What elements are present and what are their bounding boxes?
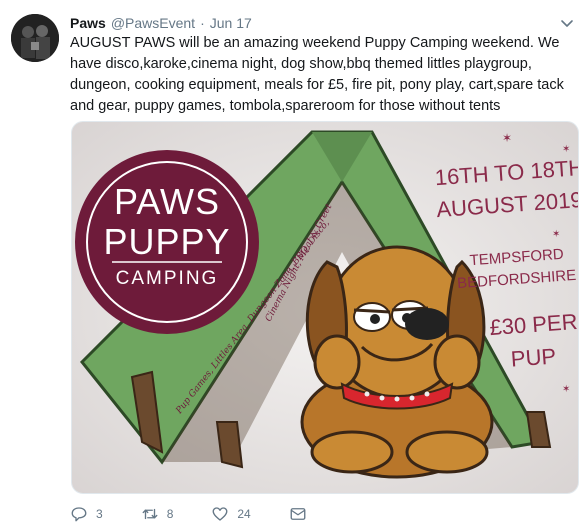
tweet-date[interactable]: Jun 17 [210, 15, 252, 31]
like-button[interactable]: 24 [211, 505, 251, 523]
tweet-text: AUGUST PAWS will be an amazing weekend P… [70, 35, 564, 114]
retweet-button[interactable]: 8 [141, 505, 174, 523]
svg-text:✶: ✶ [502, 131, 512, 145]
logo-line1: PAWS [114, 181, 220, 222]
reply-icon [71, 507, 87, 522]
tweet-actions: 3 8 24 [70, 503, 345, 525]
author-name[interactable]: Paws [70, 15, 106, 31]
svg-text:✶: ✶ [552, 229, 560, 240]
tweet-image[interactable]: PAWS PUPPY CAMPING Pup Games, Littles Ar… [71, 121, 579, 494]
retweet-icon [142, 508, 158, 520]
separator-dot: · [200, 15, 205, 31]
price-line2: PUP [510, 343, 557, 371]
author-handle[interactable]: @PawsEvent [111, 15, 195, 31]
reply-count: 3 [96, 507, 103, 521]
chevron-down-icon[interactable] [559, 15, 575, 31]
avatar-image [11, 14, 59, 62]
svg-text:✶: ✶ [562, 384, 570, 395]
paws-puppy-logo: PAWS PUPPY CAMPING [75, 150, 259, 334]
logo-line2: PUPPY [103, 221, 230, 262]
message-icon [290, 508, 306, 520]
like-icon [212, 507, 228, 521]
avatar[interactable] [11, 14, 59, 62]
retweet-count: 8 [166, 507, 174, 521]
poster-artwork: PAWS PUPPY CAMPING Pup Games, Littles Ar… [72, 122, 578, 493]
svg-text:✶: ✶ [562, 144, 570, 155]
like-count: 24 [237, 507, 251, 521]
logo-line3: CAMPING [116, 268, 219, 289]
message-button[interactable] [289, 505, 307, 523]
reply-button[interactable]: 3 [70, 505, 103, 523]
tweet-header: Paws @PawsEvent · Jun 17 [70, 13, 575, 33]
